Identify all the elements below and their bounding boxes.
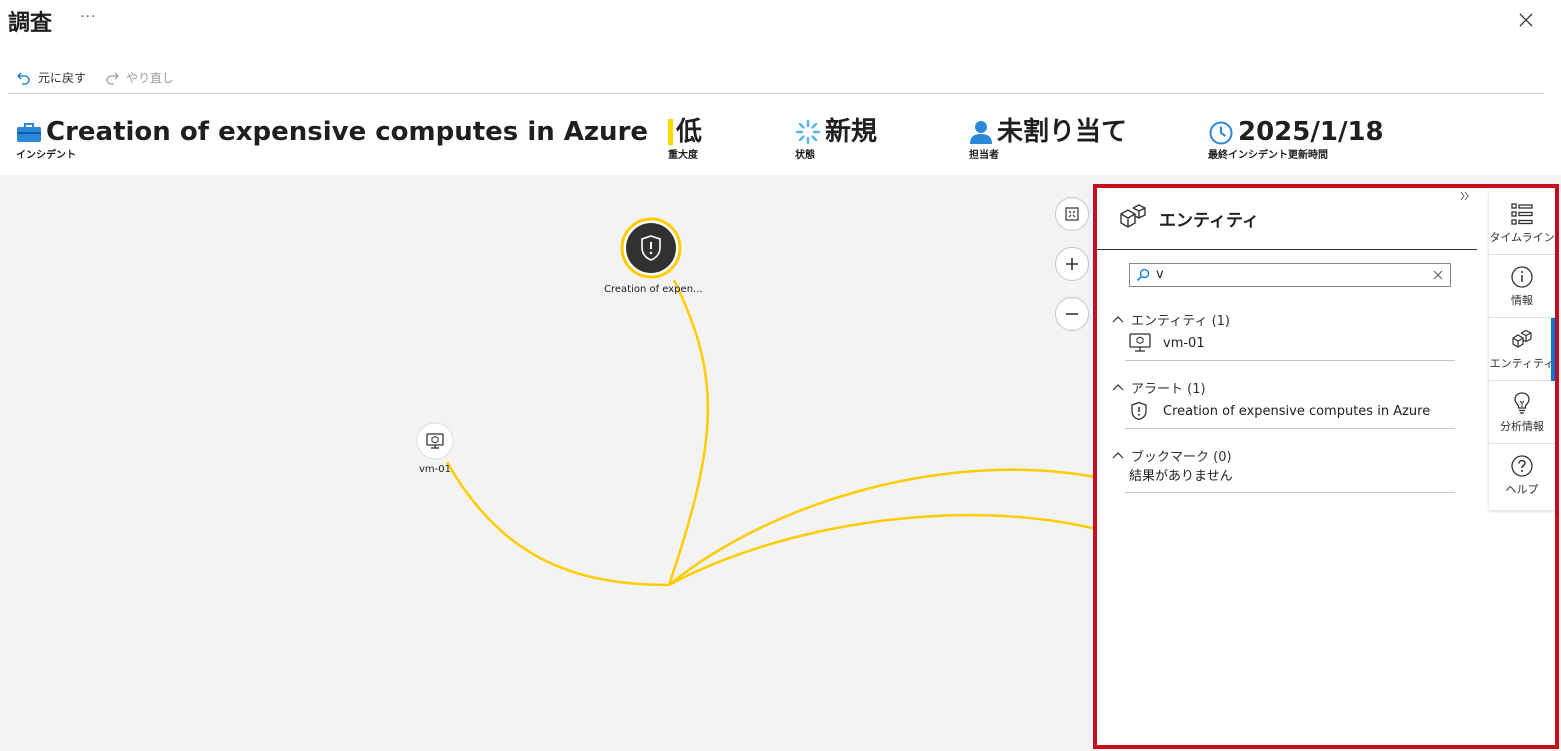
entities-section: エンティティ (1) vm-01 <box>1111 308 1455 361</box>
zoom-in-button[interactable] <box>1055 247 1089 281</box>
alerts-section-header[interactable]: アラート (1) <box>1111 376 1451 398</box>
rail-item-label: 分析情報 <box>1500 420 1544 433</box>
owner-block: 未割り当て 担当者 <box>969 116 1127 161</box>
alert-node[interactable] <box>620 217 682 279</box>
undo-button[interactable]: 元に戻す <box>16 69 86 86</box>
status-block: 新規 状態 <box>795 116 877 161</box>
rail-item-info[interactable]: 情報 <box>1489 255 1555 318</box>
more-options-button[interactable]: ··· <box>80 9 96 25</box>
insights-icon <box>1514 392 1530 414</box>
status-label: 状態 <box>795 150 815 161</box>
entity-search-input[interactable]: v <box>1129 263 1451 287</box>
list-item[interactable]: vm-01 <box>1129 330 1451 356</box>
panel-header: エンティティ <box>1097 188 1477 250</box>
bookmarks-section-header[interactable]: ブックマーク (0) <box>1111 444 1451 466</box>
edge-alert-hub <box>667 279 710 586</box>
entities-section-title: エンティティ (1) <box>1131 313 1230 329</box>
owner-label: 担当者 <box>969 150 999 161</box>
edge-hub-right-1 <box>668 468 1101 586</box>
toolbar: 元に戻す やり直し <box>8 64 1544 94</box>
alerts-section: アラート (1) Creation of expensive computes … <box>1111 376 1455 429</box>
bookmarks-section-title: ブックマーク (0) <box>1131 449 1232 465</box>
updated-label: 最終インシデント更新時間 <box>1208 150 1328 161</box>
severity-block: 低 重大度 <box>668 116 702 161</box>
virtual-machine-icon <box>1129 333 1151 352</box>
entities-section-header[interactable]: エンティティ (1) <box>1111 308 1451 330</box>
entities-panel: エンティティ v エンティティ (1) vm-01 アラート (1) Creat… <box>1093 184 1559 749</box>
rail-item-insights[interactable]: 分析情報 <box>1489 381 1555 444</box>
rail-item-label: ヘルプ <box>1505 483 1539 496</box>
no-results-text: 結果がありません <box>1129 469 1233 484</box>
info-icon <box>1511 266 1533 288</box>
owner-value: 未割り当て <box>997 117 1128 147</box>
status-value: 新規 <box>825 117 878 147</box>
alert-item-label: Creation of expensive computes in Azure <box>1163 403 1431 419</box>
undo-icon <box>17 72 30 85</box>
side-rail: タイムライン 情報 エンティティ 分析情報 ヘルプ <box>1489 192 1555 510</box>
briefcase-icon <box>17 123 41 142</box>
chevron-up-icon <box>1112 316 1124 323</box>
help-icon <box>1511 455 1533 477</box>
divider <box>1125 428 1455 429</box>
collapse-panel-button[interactable] <box>1459 190 1471 205</box>
chevron-up-icon <box>1112 384 1124 391</box>
rail-item-entities[interactable]: エンティティ <box>1489 318 1555 381</box>
incident-title-block: Creation of expensive computes in Azure … <box>16 116 648 161</box>
rail-item-label: エンティティ <box>1489 357 1555 370</box>
zoom-out-button[interactable] <box>1055 297 1089 331</box>
edge-vm-hub <box>445 461 670 587</box>
fit-screen-icon <box>1065 207 1079 221</box>
page-title: 調査 <box>8 11 53 36</box>
incident-title-label: インシデント <box>16 150 76 161</box>
chevron-up-icon <box>1112 452 1124 459</box>
fit-to-screen-button[interactable] <box>1055 197 1089 231</box>
severity-label: 重大度 <box>668 150 698 161</box>
new-status-icon <box>795 119 821 145</box>
rail-item-label: 情報 <box>1511 294 1533 307</box>
list-item[interactable]: Creation of expensive computes in Azure <box>1129 398 1451 424</box>
incident-summary: Creation of expensive computes in Azure … <box>0 112 1561 174</box>
vm-node-label: vm-01 <box>419 464 451 475</box>
updated-block: 2025/1/18 最終インシデント更新時間 <box>1208 116 1384 161</box>
redo-button[interactable]: やり直し <box>104 69 174 86</box>
clear-search-icon[interactable] <box>1432 269 1444 281</box>
minus-icon <box>1066 313 1078 315</box>
close-icon[interactable] <box>1516 10 1536 30</box>
edge-hub-right-2 <box>668 513 1101 587</box>
alert-node-label: Creation of expen... <box>604 284 703 295</box>
timeline-icon <box>1511 203 1533 225</box>
vm-node[interactable] <box>416 422 454 460</box>
entity-item-label: vm-01 <box>1163 335 1205 351</box>
double-chevron-right-icon <box>1460 191 1469 201</box>
entities-panel-content: エンティティ v エンティティ (1) vm-01 アラート (1) Creat… <box>1097 188 1481 745</box>
undo-label: 元に戻す <box>38 71 87 85</box>
rail-item-timeline[interactable]: タイムライン <box>1489 192 1555 255</box>
alerts-section-title: アラート (1) <box>1131 381 1206 397</box>
top-bar: 調査 ··· <box>0 0 1561 44</box>
entities-header-icon <box>1120 204 1146 228</box>
search-icon <box>1136 268 1150 282</box>
user-icon <box>970 121 992 144</box>
search-value: v <box>1156 267 1164 282</box>
updated-value: 2025/1/18 <box>1238 117 1384 147</box>
bookmarks-section: ブックマーク (0) 結果がありません <box>1111 444 1455 493</box>
panel-title: エンティティ <box>1159 211 1259 231</box>
entities-icon <box>1512 329 1532 348</box>
clock-icon <box>1209 121 1233 145</box>
divider <box>1125 360 1455 361</box>
divider <box>1125 492 1455 493</box>
redo-label: やり直し <box>126 71 175 85</box>
severity-indicator <box>668 119 673 145</box>
plus-icon <box>1066 258 1078 270</box>
redo-icon <box>106 72 119 85</box>
shield-alert-icon <box>1131 401 1147 421</box>
rail-item-label: タイムライン <box>1489 231 1555 244</box>
severity-value: 低 <box>676 117 703 147</box>
rail-item-help[interactable]: ヘルプ <box>1489 444 1555 507</box>
incident-title: Creation of expensive computes in Azure <box>46 117 649 147</box>
